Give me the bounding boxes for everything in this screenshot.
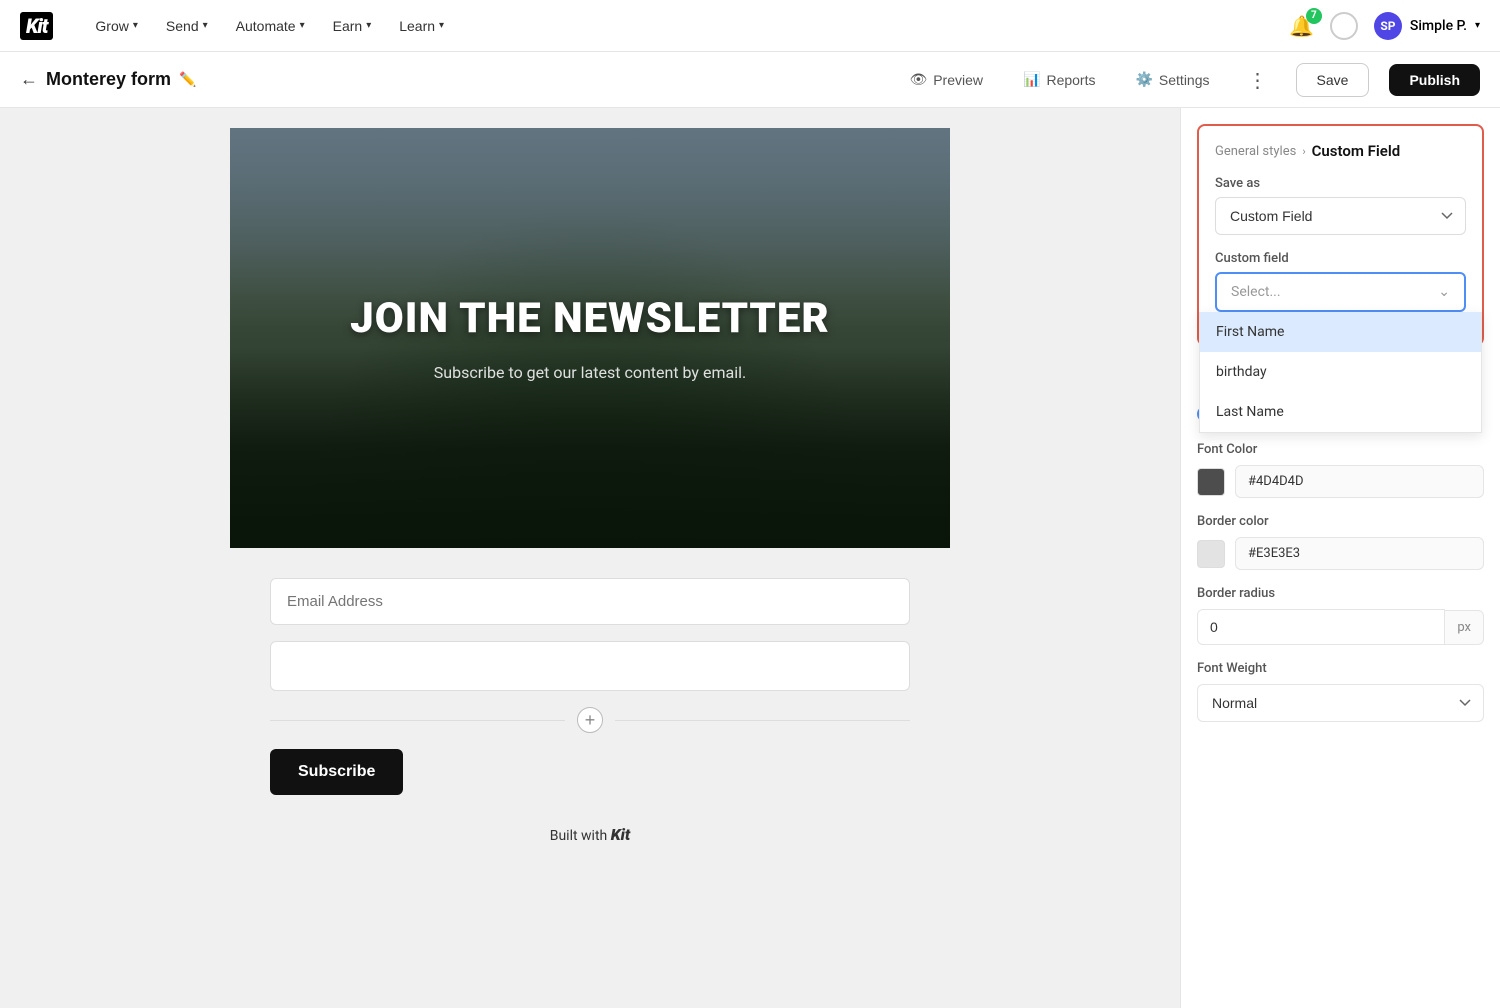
logo-text: Kit xyxy=(20,12,53,40)
breadcrumb-chevron-icon: › xyxy=(1302,145,1305,158)
publish-button[interactable]: Publish xyxy=(1389,64,1480,96)
add-field-button[interactable]: + xyxy=(577,707,603,733)
hero-subtitle: Subscribe to get our latest content by e… xyxy=(266,363,914,382)
custom-field-empty[interactable] xyxy=(270,641,910,691)
more-options-icon[interactable]: ⋮ xyxy=(1240,64,1276,96)
font-weight-select[interactable]: Normal Bold Light Medium Semi-Bold xyxy=(1197,684,1484,722)
border-color-value[interactable]: #E3E3E3 xyxy=(1235,537,1484,570)
notification-bell[interactable]: 🔔 7 xyxy=(1289,14,1314,38)
user-avatar: SP xyxy=(1374,12,1402,40)
logo: Kit xyxy=(20,14,53,38)
border-radius-label: Border radius xyxy=(1197,586,1484,601)
nav-circle-icon[interactable] xyxy=(1330,12,1358,40)
border-radius-row: px xyxy=(1197,609,1484,645)
grow-chevron-icon: ▾ xyxy=(133,20,138,31)
reports-icon: 📊 xyxy=(1023,71,1040,88)
email-input[interactable] xyxy=(270,578,910,625)
form-title: Monterey form xyxy=(46,69,171,90)
save-as-label: Save as xyxy=(1215,176,1466,191)
breadcrumb-current: Custom Field xyxy=(1312,142,1401,160)
edit-title-icon[interactable]: ✏️ xyxy=(179,72,196,88)
font-weight-label: Font Weight xyxy=(1197,661,1484,676)
preview-icon: 👁 xyxy=(909,71,927,88)
dropdown-item-birthday[interactable]: birthday xyxy=(1200,352,1481,392)
form-section: + Subscribe Built with Kit xyxy=(230,548,950,884)
custom-field-container xyxy=(270,641,910,691)
hero-title: JOIN THE NEWSLETTER xyxy=(266,294,914,343)
custom-field-dropdown: First Name birthday Last Name xyxy=(1199,312,1482,433)
back-button[interactable]: ← Monterey form xyxy=(20,69,171,90)
notification-badge: 7 xyxy=(1306,8,1322,24)
user-chevron-icon: ▾ xyxy=(1475,20,1480,31)
font-color-swatch[interactable] xyxy=(1197,468,1225,496)
user-menu[interactable]: SP Simple P. ▾ xyxy=(1374,12,1480,40)
custom-field-placeholder: Select... xyxy=(1231,284,1281,300)
email-field-container xyxy=(270,578,910,625)
built-with-text: Built with xyxy=(550,828,608,844)
settings-icon: ⚙️ xyxy=(1135,71,1152,88)
add-field-line-right xyxy=(615,720,910,721)
form-canvas: JOIN THE NEWSLETTER Subscribe to get our… xyxy=(230,128,950,968)
back-arrow-icon: ← xyxy=(20,69,38,90)
nav-earn[interactable]: Earn ▾ xyxy=(321,12,384,40)
custom-field-section: Custom field Select... ⌄ First Name birt… xyxy=(1215,251,1466,312)
earn-chevron-icon: ▾ xyxy=(366,20,371,31)
nav-learn[interactable]: Learn ▾ xyxy=(387,12,456,40)
main-layout: JOIN THE NEWSLETTER Subscribe to get our… xyxy=(0,108,1500,1008)
learn-chevron-icon: ▾ xyxy=(439,20,444,31)
font-color-label: Font Color xyxy=(1197,442,1484,457)
top-navigation: Kit Grow ▾ Send ▾ Automate ▾ Earn ▾ Lear… xyxy=(0,0,1500,52)
font-color-value[interactable]: #4D4D4D xyxy=(1235,465,1484,498)
add-field-line-left xyxy=(270,720,565,721)
border-color-row: #E3E3E3 xyxy=(1197,537,1484,570)
save-as-select[interactable]: Custom Field xyxy=(1215,197,1466,235)
subscribe-button[interactable]: Subscribe xyxy=(270,749,403,795)
send-chevron-icon: ▾ xyxy=(203,20,208,31)
border-color-label: Border color xyxy=(1197,514,1484,529)
secondary-navigation: ← Monterey form ✏️ 👁 Preview 📊 Reports ⚙… xyxy=(0,52,1500,108)
canvas-area: JOIN THE NEWSLETTER Subscribe to get our… xyxy=(0,108,1180,1008)
custom-field-container: Select... ⌄ First Name birthday Last Nam… xyxy=(1215,272,1466,312)
breadcrumb-parent[interactable]: General styles xyxy=(1215,144,1296,159)
panel-breadcrumb: General styles › Custom Field xyxy=(1215,142,1466,160)
save-as-section: Save as Custom Field xyxy=(1215,176,1466,235)
custom-field-label: Custom field xyxy=(1215,251,1466,266)
border-radius-unit: px xyxy=(1445,610,1484,645)
nav-right: 🔔 7 SP Simple P. ▾ xyxy=(1289,12,1480,40)
font-color-row: #4D4D4D xyxy=(1197,465,1484,498)
save-button[interactable]: Save xyxy=(1296,63,1370,97)
dropdown-item-lastname[interactable]: Last Name xyxy=(1200,392,1481,432)
automate-chevron-icon: ▾ xyxy=(300,20,305,31)
user-name: Simple P. xyxy=(1410,18,1467,34)
nav-automate[interactable]: Automate ▾ xyxy=(224,12,317,40)
nav-send[interactable]: Send ▾ xyxy=(154,12,220,40)
border-radius-input[interactable] xyxy=(1197,609,1445,645)
panel-box: General styles › Custom Field Save as Cu… xyxy=(1197,124,1484,346)
style-section: Font Color #4D4D4D Border color #E3E3E3 … xyxy=(1181,442,1500,738)
nav-items: Grow ▾ Send ▾ Automate ▾ Earn ▾ Learn ▾ xyxy=(83,12,456,40)
hero-section: JOIN THE NEWSLETTER Subscribe to get our… xyxy=(230,128,950,548)
reports-button[interactable]: 📊 Reports xyxy=(1013,65,1105,94)
settings-button[interactable]: ⚙️ Settings xyxy=(1125,65,1219,94)
custom-field-chevron-icon: ⌄ xyxy=(1438,284,1450,300)
built-with-brand: Kit xyxy=(611,825,631,844)
built-with: Built with Kit xyxy=(270,825,910,844)
border-color-swatch[interactable] xyxy=(1197,540,1225,568)
nav-grow[interactable]: Grow ▾ xyxy=(83,12,149,40)
custom-field-select[interactable]: Select... ⌄ xyxy=(1215,272,1466,312)
hero-text-container: JOIN THE NEWSLETTER Subscribe to get our… xyxy=(266,294,914,382)
add-field-row: + xyxy=(270,707,910,733)
preview-button[interactable]: 👁 Preview xyxy=(899,65,993,94)
dropdown-item-firstname[interactable]: First Name xyxy=(1200,312,1481,352)
secondary-nav-right: 👁 Preview 📊 Reports ⚙️ Settings ⋮ Save P… xyxy=(899,63,1480,97)
right-panel: General styles › Custom Field Save as Cu… xyxy=(1180,108,1500,1008)
